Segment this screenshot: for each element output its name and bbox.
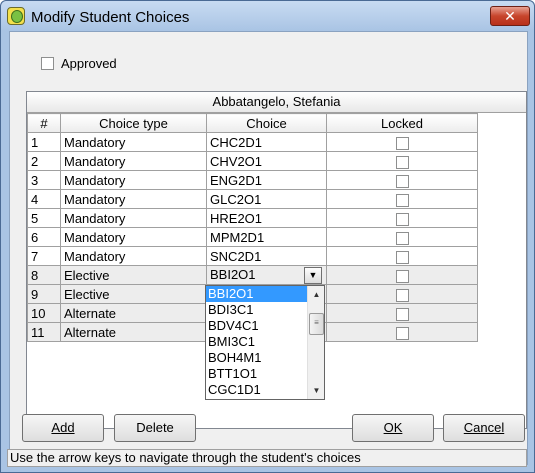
row-number: 9 [27, 284, 61, 304]
dropdown-option[interactable]: BTT1O1 [206, 366, 307, 382]
column-header-locked[interactable]: Locked [326, 113, 478, 133]
row-number: 10 [27, 303, 61, 323]
dropdown-option[interactable]: CGC1D1 [206, 382, 307, 398]
add-button-label: Add [51, 420, 75, 435]
table-row[interactable]: 4 Mandatory GLC2O1 [27, 189, 478, 209]
row-number: 11 [27, 322, 61, 342]
delete-button-label: Delete [136, 420, 174, 435]
choice-type-cell[interactable]: Mandatory [60, 246, 207, 266]
table-row[interactable]: 7 Mandatory SNC2D1 [27, 246, 478, 266]
scroll-thumb[interactable]: ≡ [309, 313, 324, 335]
locked-cell [326, 322, 478, 342]
locked-cell [326, 208, 478, 228]
row-number: 5 [27, 208, 61, 228]
window-title: Modify Student Choices [31, 9, 190, 26]
choice-options: BBI2O1 BDI3C1 BDV4C1 BMI3C1 BOH4M1 BTT1O… [206, 286, 307, 398]
column-header-choice-type[interactable]: Choice type [60, 113, 207, 133]
row-number: 2 [27, 151, 61, 171]
locked-cell [326, 132, 478, 152]
locked-cell [326, 170, 478, 190]
locked-checkbox[interactable] [395, 307, 409, 321]
locked-checkbox[interactable] [395, 269, 409, 283]
dialog-window: Modify Student Choices ✕ Approved Abbata… [0, 0, 535, 473]
choice-cell[interactable]: CHV2O1 [206, 151, 327, 171]
locked-checkbox[interactable] [395, 288, 409, 302]
row-number: 1 [27, 132, 61, 152]
approved-label: Approved [61, 56, 117, 71]
title-bar[interactable]: Modify Student Choices ✕ [1, 1, 534, 31]
ok-button-label: OK [383, 420, 403, 435]
table-row[interactable]: 1 Mandatory CHC2D1 [27, 132, 478, 152]
choice-cell[interactable]: SNC2D1 [206, 246, 327, 266]
column-header-number[interactable]: # [27, 113, 61, 133]
locked-checkbox[interactable] [395, 193, 409, 207]
student-name-header: Abbatangelo, Stefania [27, 92, 526, 113]
choice-type-cell[interactable]: Mandatory [60, 151, 207, 171]
locked-cell [326, 246, 478, 266]
choice-type-cell[interactable]: Mandatory [60, 170, 207, 190]
table-row[interactable]: 3 Mandatory ENG2D1 [27, 170, 478, 190]
dropdown-option[interactable]: BDV4C1 [206, 318, 307, 334]
dropdown-option[interactable]: BMI3C1 [206, 334, 307, 350]
table-row[interactable]: 2 Mandatory CHV2O1 [27, 151, 478, 171]
table-row[interactable]: 6 Mandatory MPM2D1 [27, 227, 478, 247]
choice-cell[interactable]: ENG2D1 [206, 170, 327, 190]
row-number: 4 [27, 189, 61, 209]
dropdown-option[interactable]: BOH4M1 [206, 350, 307, 366]
dropdown-scrollbar[interactable]: ▲ ≡ ▼ [307, 286, 324, 399]
choice-type-cell[interactable]: Mandatory [60, 132, 207, 152]
dropdown-option[interactable]: BBI2O1 [206, 286, 307, 302]
table-row[interactable]: 5 Mandatory HRE2O1 [27, 208, 478, 228]
row-number: 8 [27, 265, 61, 285]
locked-checkbox[interactable] [395, 326, 409, 340]
choice-dropdown-list[interactable]: BBI2O1 BDI3C1 BDV4C1 BMI3C1 BOH4M1 BTT1O… [205, 285, 325, 400]
choice-type-cell[interactable]: Mandatory [60, 227, 207, 247]
locked-cell [326, 189, 478, 209]
status-bar: Use the arrow keys to navigate through t… [7, 449, 527, 467]
choice-combo[interactable]: BBI2O1 ▼ [210, 266, 323, 284]
locked-cell [326, 284, 478, 304]
locked-checkbox[interactable] [395, 155, 409, 169]
locked-cell [326, 303, 478, 323]
close-button[interactable]: ✕ [490, 6, 530, 26]
scroll-down-icon[interactable]: ▼ [308, 382, 325, 399]
column-header-choice[interactable]: Choice [206, 113, 327, 133]
app-icon [7, 7, 25, 25]
locked-checkbox[interactable] [395, 250, 409, 264]
choice-type-cell[interactable]: Mandatory [60, 208, 207, 228]
add-button[interactable]: Add [22, 414, 104, 442]
locked-checkbox[interactable] [395, 136, 409, 150]
table-row[interactable]: 8 Elective BBI2O1 ▼ [27, 265, 478, 285]
locked-cell [326, 151, 478, 171]
choice-combo-value: BBI2O1 [210, 266, 256, 282]
choice-cell[interactable]: CHC2D1 [206, 132, 327, 152]
approved-checkbox-box[interactable] [41, 57, 54, 70]
choice-type-cell[interactable]: Alternate [60, 322, 207, 342]
row-number: 6 [27, 227, 61, 247]
choice-cell[interactable]: HRE2O1 [206, 208, 327, 228]
cancel-button-label: Cancel [463, 420, 505, 435]
locked-cell [326, 265, 478, 285]
row-number: 3 [27, 170, 61, 190]
choice-type-cell[interactable]: Alternate [60, 303, 207, 323]
dropdown-arrow-icon[interactable]: ▼ [304, 266, 322, 284]
delete-button[interactable]: Delete [114, 414, 196, 442]
locked-checkbox[interactable] [395, 174, 409, 188]
scroll-up-icon[interactable]: ▲ [308, 286, 325, 303]
row-number: 7 [27, 246, 61, 266]
ok-button[interactable]: OK [352, 414, 434, 442]
choice-cell[interactable]: GLC2O1 [206, 189, 327, 209]
choice-type-cell[interactable]: Elective [60, 265, 207, 285]
dropdown-option[interactable]: BDI3C1 [206, 302, 307, 318]
choice-type-cell[interactable]: Elective [60, 284, 207, 304]
choice-cell[interactable]: MPM2D1 [206, 227, 327, 247]
locked-checkbox[interactable] [395, 231, 409, 245]
cancel-button[interactable]: Cancel [443, 414, 525, 442]
choice-cell[interactable]: BBI2O1 ▼ [206, 265, 327, 285]
locked-cell [326, 227, 478, 247]
choice-type-cell[interactable]: Mandatory [60, 189, 207, 209]
locked-checkbox[interactable] [395, 212, 409, 226]
